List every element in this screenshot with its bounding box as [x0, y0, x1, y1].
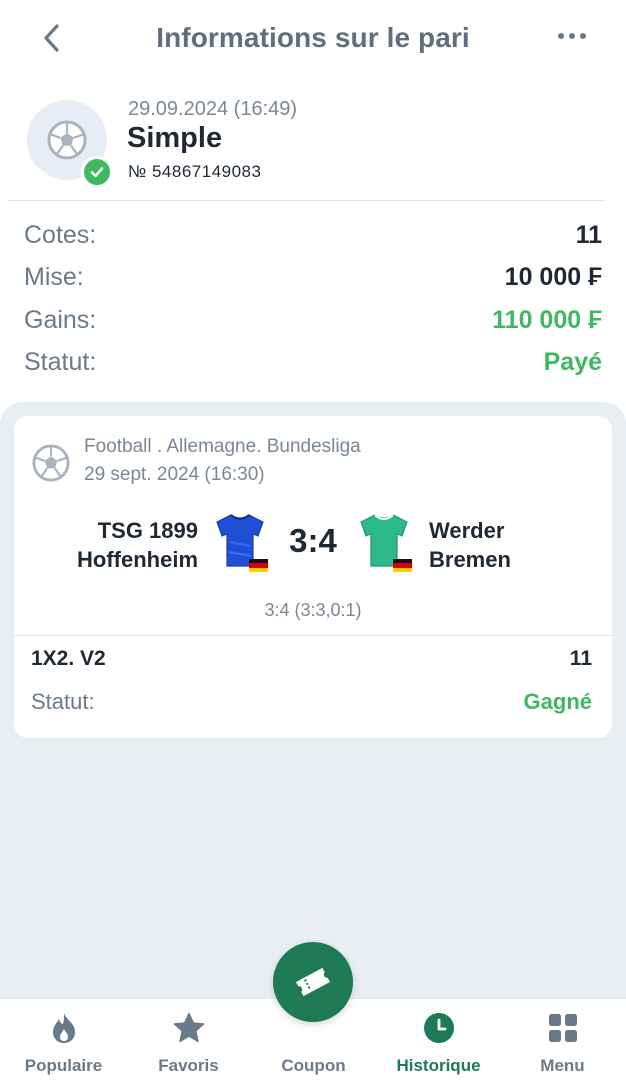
- divider: [14, 635, 612, 636]
- germany-flag-icon: [249, 559, 268, 572]
- info-value: 110 000 ₣: [492, 305, 602, 334]
- checkmark-icon: [90, 167, 104, 178]
- star-icon: [173, 1012, 204, 1043]
- clock-icon: [423, 1013, 454, 1043]
- germany-flag-icon: [393, 559, 412, 572]
- dot-icon: [580, 33, 586, 39]
- chevron-left-icon: [44, 24, 59, 52]
- nav-item-menu[interactable]: Menu: [500, 999, 625, 1080]
- info-label: Statut:: [24, 348, 97, 377]
- bet-number: № 54867149083: [128, 162, 262, 181]
- nav-item-history[interactable]: Historique: [376, 999, 501, 1080]
- home-team-line: TSG 1899: [97, 518, 198, 543]
- grid-icon: [548, 1014, 577, 1042]
- info-label: Cotes:: [24, 220, 97, 249]
- info-label: Gains:: [24, 305, 97, 334]
- info-row-status: Statut: Payé: [24, 342, 602, 385]
- coupon-button[interactable]: [273, 942, 353, 1022]
- paid-check-badge: [81, 156, 113, 188]
- info-value: 10 000 ₣: [504, 263, 602, 292]
- event-card[interactable]: Football . Allemagne. Bundesliga 29 sept…: [14, 416, 612, 738]
- back-button[interactable]: [36, 18, 68, 58]
- more-options-button[interactable]: [544, 20, 600, 52]
- market-odds: 11: [569, 647, 592, 670]
- home-team-name: TSG 1899 Hoffenheim: [77, 516, 198, 574]
- nav-item-favorites[interactable]: Favoris: [126, 999, 251, 1080]
- nav-label: Populaire: [24, 1056, 103, 1075]
- app-header: Informations sur le pari: [0, 0, 626, 76]
- bet-info-list: Cotes: 11 Mise: 10 000 ₣ Gains: 110 000 …: [24, 214, 602, 384]
- bet-type: Simple: [127, 122, 223, 154]
- away-team-line: Bremen: [429, 547, 511, 572]
- away-team-line: Werder: [429, 518, 505, 543]
- page-title: Informations sur le pari: [156, 22, 470, 53]
- nav-label: Coupon: [281, 1056, 346, 1075]
- home-team-jersey: [214, 512, 270, 572]
- away-team-name: Werder Bremen: [429, 516, 511, 574]
- soccer-ball-icon: [32, 444, 70, 482]
- market-label: 1X2. V2: [31, 647, 106, 670]
- nav-label: Menu: [540, 1056, 585, 1075]
- bet-datetime: 29.09.2024 (16:49): [128, 98, 298, 120]
- match-score: 3:4: [289, 522, 337, 559]
- dot-icon: [569, 33, 575, 39]
- info-value: 11: [575, 220, 602, 249]
- info-row-stake: Mise: 10 000 ₣: [24, 257, 602, 300]
- result-status-value: Gagné: [523, 689, 592, 714]
- score-detail: 3:4 (3:3,0:1): [264, 600, 362, 620]
- ticket-icon: [296, 967, 330, 997]
- result-status-label: Statut:: [31, 689, 95, 714]
- info-label: Mise:: [24, 263, 84, 292]
- status-badge: Payé: [543, 348, 602, 377]
- event-league: Football . Allemagne. Bundesliga: [84, 436, 361, 457]
- dot-icon: [558, 33, 564, 39]
- flame-icon: [52, 1013, 75, 1043]
- nav-label: Favoris: [158, 1056, 219, 1075]
- soccer-ball-icon: [47, 120, 87, 160]
- info-row-odds: Cotes: 11: [24, 214, 602, 257]
- event-date: 29 sept. 2024 (16:30): [84, 464, 265, 485]
- nav-label: Historique: [396, 1056, 481, 1075]
- nav-item-popular[interactable]: Populaire: [1, 999, 126, 1080]
- info-row-winnings: Gains: 110 000 ₣: [24, 299, 602, 342]
- home-team-line: Hoffenheim: [77, 547, 198, 572]
- bet-summary: 29.09.2024 (16:49) Simple № 54867149083: [0, 96, 626, 200]
- away-team-jersey: [358, 512, 414, 572]
- divider: [8, 200, 605, 201]
